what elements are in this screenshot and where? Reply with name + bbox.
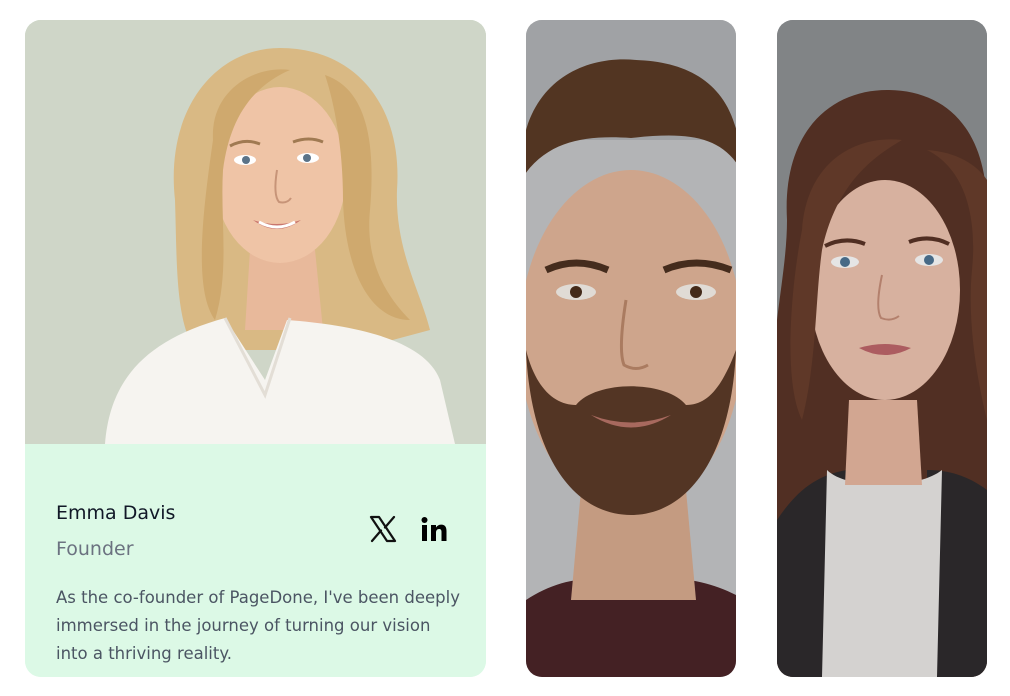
member-info-panel: Emma Davis Founder As the co-founder of …: [25, 444, 486, 677]
team-card-collapsed-1[interactable]: [526, 20, 736, 677]
team-section: Emma Davis Founder As the co-founder of …: [0, 0, 1010, 696]
member-photo-emma: [25, 20, 486, 444]
x-icon[interactable]: [368, 514, 398, 544]
linkedin-icon[interactable]: [420, 516, 448, 544]
member-role: Founder: [56, 538, 134, 560]
member-bio: As the co-founder of PageDone, I've been…: [56, 588, 460, 663]
team-card-collapsed-2[interactable]: [777, 20, 987, 677]
member-name: Emma Davis: [56, 502, 176, 524]
team-card-featured[interactable]: Emma Davis Founder As the co-founder of …: [25, 20, 486, 677]
member-photo-man: [526, 20, 736, 677]
member-photo-woman: [777, 20, 987, 677]
